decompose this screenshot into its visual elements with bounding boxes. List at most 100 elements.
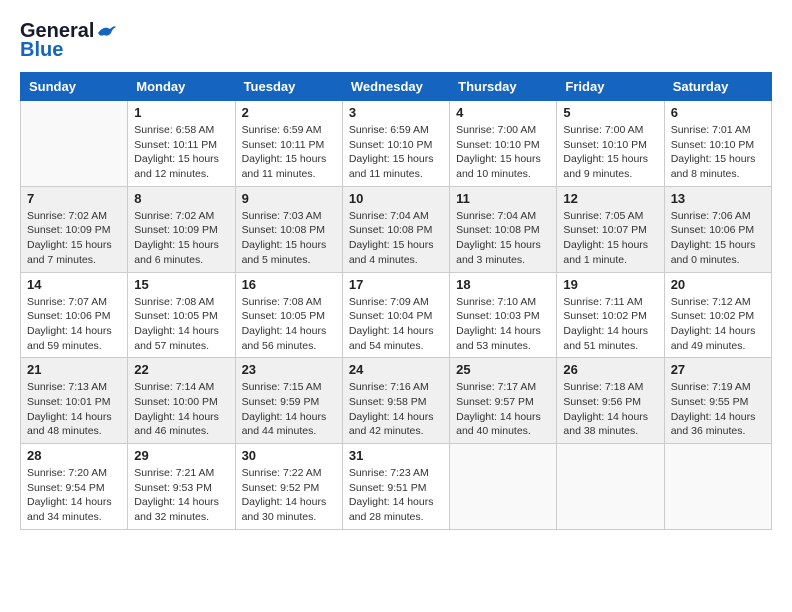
- day-number: 22: [134, 362, 228, 377]
- day-header-tuesday: Tuesday: [235, 73, 342, 101]
- calendar-cell: 15Sunrise: 7:08 AM Sunset: 10:05 PM Dayl…: [128, 272, 235, 358]
- calendar-cell: 26Sunrise: 7:18 AM Sunset: 9:56 PM Dayli…: [557, 358, 664, 444]
- day-number: 9: [242, 191, 336, 206]
- day-info: Sunrise: 7:20 AM Sunset: 9:54 PM Dayligh…: [27, 466, 121, 525]
- calendar-cell: 20 Sunrise: 7:12 AM Sunset: 10:02 PM Dayl…: [664, 272, 771, 358]
- day-header-monday: Monday: [128, 73, 235, 101]
- day-number: 30: [242, 448, 336, 463]
- day-number: 10: [349, 191, 443, 206]
- day-info: Sunrise: 7:00 AM Sunset: 10:10 PM Daylig…: [563, 123, 657, 182]
- calendar-cell: 24 Sunrise: 7:16 AM Sunset: 9:58 PM Dayli…: [342, 358, 449, 444]
- calendar-cell: 11Sunrise: 7:04 AM Sunset: 10:08 PM Dayl…: [450, 186, 557, 272]
- day-number: 2: [242, 105, 336, 120]
- calendar-cell: 5 Sunrise: 7:00 AM Sunset: 10:10 PM Dayli…: [557, 101, 664, 187]
- calendar-cell: [664, 444, 771, 530]
- day-info: Sunrise: 7:05 AM Sunset: 10:07 PM Daylig…: [563, 209, 657, 268]
- calendar-cell: 27 Sunrise: 7:19 AM Sunset: 9:55 PM Dayli…: [664, 358, 771, 444]
- day-number: 1: [134, 105, 228, 120]
- calendar-cell: 7 Sunrise: 7:02 AM Sunset: 10:09 PM Dayli…: [21, 186, 128, 272]
- day-info: Sunrise: 7:02 AM Sunset: 10:09 PM Daylig…: [27, 209, 121, 268]
- logo-bird-icon: [96, 23, 118, 41]
- day-number: 31: [349, 448, 443, 463]
- day-number: 20: [671, 277, 765, 292]
- header: General Blue: [20, 20, 772, 62]
- day-number: 17: [349, 277, 443, 292]
- calendar-cell: 28Sunrise: 7:20 AM Sunset: 9:54 PM Dayli…: [21, 444, 128, 530]
- calendar-cell: [450, 444, 557, 530]
- day-info: Sunrise: 6:59 AM Sunset: 10:10 PM Daylig…: [349, 123, 443, 182]
- day-info: Sunrise: 7:15 AM Sunset: 9:59 PM Dayligh…: [242, 380, 336, 439]
- calendar-week-row: 21 Sunrise: 7:13 AM Sunset: 10:01 PM Dayl…: [21, 358, 772, 444]
- calendar-cell: 18 Sunrise: 7:10 AM Sunset: 10:03 PM Dayl…: [450, 272, 557, 358]
- calendar-cell: 31 Sunrise: 7:23 AM Sunset: 9:51 PM Dayli…: [342, 444, 449, 530]
- calendar-cell: 6 Sunrise: 7:01 AM Sunset: 10:10 PM Dayli…: [664, 101, 771, 187]
- day-number: 12: [563, 191, 657, 206]
- day-number: 7: [27, 191, 121, 206]
- day-info: Sunrise: 7:21 AM Sunset: 9:53 PM Dayligh…: [134, 466, 228, 525]
- day-number: 4: [456, 105, 550, 120]
- day-info: Sunrise: 7:09 AM Sunset: 10:04 PM Daylig…: [349, 295, 443, 354]
- day-info: Sunrise: 7:16 AM Sunset: 9:58 PM Dayligh…: [349, 380, 443, 439]
- calendar-table: SundayMondayTuesdayWednesdayThursdayFrid…: [20, 72, 772, 530]
- day-number: 25: [456, 362, 550, 377]
- calendar-cell: 29Sunrise: 7:21 AM Sunset: 9:53 PM Dayli…: [128, 444, 235, 530]
- day-info: Sunrise: 7:19 AM Sunset: 9:55 PM Dayligh…: [671, 380, 765, 439]
- day-info: Sunrise: 7:14 AM Sunset: 10:00 PM Daylig…: [134, 380, 228, 439]
- day-number: 5: [563, 105, 657, 120]
- calendar-cell: 19Sunrise: 7:11 AM Sunset: 10:02 PM Dayl…: [557, 272, 664, 358]
- day-info: Sunrise: 7:18 AM Sunset: 9:56 PM Dayligh…: [563, 380, 657, 439]
- day-info: Sunrise: 7:08 AM Sunset: 10:05 PM Daylig…: [134, 295, 228, 354]
- day-info: Sunrise: 7:06 AM Sunset: 10:06 PM Daylig…: [671, 209, 765, 268]
- logo-blue-text: Blue: [20, 39, 63, 62]
- calendar-cell: [557, 444, 664, 530]
- calendar-week-row: 14 Sunrise: 7:07 AM Sunset: 10:06 PM Dayl…: [21, 272, 772, 358]
- day-info: Sunrise: 7:04 AM Sunset: 10:08 PM Daylig…: [456, 209, 550, 268]
- day-number: 8: [134, 191, 228, 206]
- logo: General Blue: [20, 20, 118, 62]
- day-number: 23: [242, 362, 336, 377]
- calendar-cell: 21 Sunrise: 7:13 AM Sunset: 10:01 PM Dayl…: [21, 358, 128, 444]
- calendar-cell: 3 Sunrise: 6:59 AM Sunset: 10:10 PM Dayli…: [342, 101, 449, 187]
- day-number: 27: [671, 362, 765, 377]
- day-header-thursday: Thursday: [450, 73, 557, 101]
- day-number: 19: [563, 277, 657, 292]
- day-info: Sunrise: 7:13 AM Sunset: 10:01 PM Daylig…: [27, 380, 121, 439]
- calendar-cell: 22 Sunrise: 7:14 AM Sunset: 10:00 PM Dayl…: [128, 358, 235, 444]
- calendar-cell: 8 Sunrise: 7:02 AM Sunset: 10:09 PM Dayli…: [128, 186, 235, 272]
- calendar-cell: 10 Sunrise: 7:04 AM Sunset: 10:08 PM Dayl…: [342, 186, 449, 272]
- day-header-sunday: Sunday: [21, 73, 128, 101]
- day-info: Sunrise: 7:00 AM Sunset: 10:10 PM Daylig…: [456, 123, 550, 182]
- day-number: 21: [27, 362, 121, 377]
- calendar-cell: 23 Sunrise: 7:15 AM Sunset: 9:59 PM Dayli…: [235, 358, 342, 444]
- calendar-cell: 17 Sunrise: 7:09 AM Sunset: 10:04 PM Dayl…: [342, 272, 449, 358]
- day-info: Sunrise: 7:22 AM Sunset: 9:52 PM Dayligh…: [242, 466, 336, 525]
- day-number: 3: [349, 105, 443, 120]
- calendar-cell: 25 Sunrise: 7:17 AM Sunset: 9:57 PM Dayli…: [450, 358, 557, 444]
- day-info: Sunrise: 7:12 AM Sunset: 10:02 PM Daylig…: [671, 295, 765, 354]
- day-info: Sunrise: 7:04 AM Sunset: 10:08 PM Daylig…: [349, 209, 443, 268]
- calendar-week-row: 28Sunrise: 7:20 AM Sunset: 9:54 PM Dayli…: [21, 444, 772, 530]
- day-info: Sunrise: 7:17 AM Sunset: 9:57 PM Dayligh…: [456, 380, 550, 439]
- calendar-cell: 13 Sunrise: 7:06 AM Sunset: 10:06 PM Dayl…: [664, 186, 771, 272]
- day-info: Sunrise: 7:01 AM Sunset: 10:10 PM Daylig…: [671, 123, 765, 182]
- day-header-wednesday: Wednesday: [342, 73, 449, 101]
- day-info: Sunrise: 7:07 AM Sunset: 10:06 PM Daylig…: [27, 295, 121, 354]
- calendar-cell: 1 Sunrise: 6:58 AM Sunset: 10:11 PM Dayli…: [128, 101, 235, 187]
- calendar-cell: 2Sunrise: 6:59 AM Sunset: 10:11 PM Dayli…: [235, 101, 342, 187]
- day-info: Sunrise: 7:10 AM Sunset: 10:03 PM Daylig…: [456, 295, 550, 354]
- day-info: Sunrise: 7:23 AM Sunset: 9:51 PM Dayligh…: [349, 466, 443, 525]
- calendar-cell: [21, 101, 128, 187]
- calendar-cell: 14 Sunrise: 7:07 AM Sunset: 10:06 PM Dayl…: [21, 272, 128, 358]
- calendar-week-row: 1 Sunrise: 6:58 AM Sunset: 10:11 PM Dayli…: [21, 101, 772, 187]
- day-number: 24: [349, 362, 443, 377]
- day-number: 16: [242, 277, 336, 292]
- day-number: 6: [671, 105, 765, 120]
- day-info: Sunrise: 6:58 AM Sunset: 10:11 PM Daylig…: [134, 123, 228, 182]
- day-number: 18: [456, 277, 550, 292]
- calendar-cell: 30 Sunrise: 7:22 AM Sunset: 9:52 PM Dayli…: [235, 444, 342, 530]
- day-number: 14: [27, 277, 121, 292]
- day-number: 13: [671, 191, 765, 206]
- calendar-cell: 12 Sunrise: 7:05 AM Sunset: 10:07 PM Dayl…: [557, 186, 664, 272]
- calendar-cell: 4 Sunrise: 7:00 AM Sunset: 10:10 PM Dayli…: [450, 101, 557, 187]
- day-info: Sunrise: 7:02 AM Sunset: 10:09 PM Daylig…: [134, 209, 228, 268]
